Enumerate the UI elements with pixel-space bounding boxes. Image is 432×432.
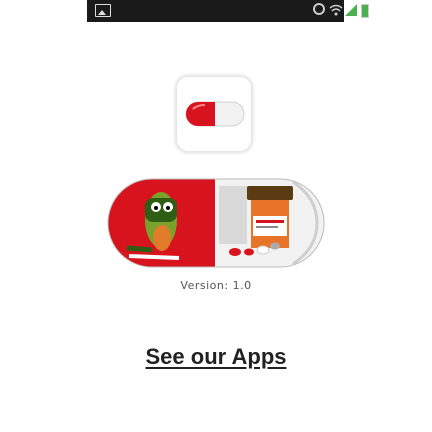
see-apps-container: See our Apps bbox=[0, 344, 432, 370]
version-label: Version: bbox=[180, 279, 229, 292]
wifi-icon bbox=[329, 4, 343, 16]
pill-logo-image bbox=[107, 178, 325, 268]
alarm-icon bbox=[313, 3, 325, 15]
pill-capsule-icon bbox=[176, 76, 252, 152]
see-our-apps-link[interactable]: See our Apps bbox=[146, 344, 287, 369]
image-notification-icon bbox=[95, 4, 111, 17]
signal-icon bbox=[345, 4, 357, 16]
version-text: Version: 1.0 bbox=[0, 279, 432, 292]
version-value: 1.0 bbox=[232, 279, 252, 292]
status-bar: 8:03 PM bbox=[87, 0, 393, 32]
status-time: 8:03 PM bbox=[368, 2, 394, 32]
